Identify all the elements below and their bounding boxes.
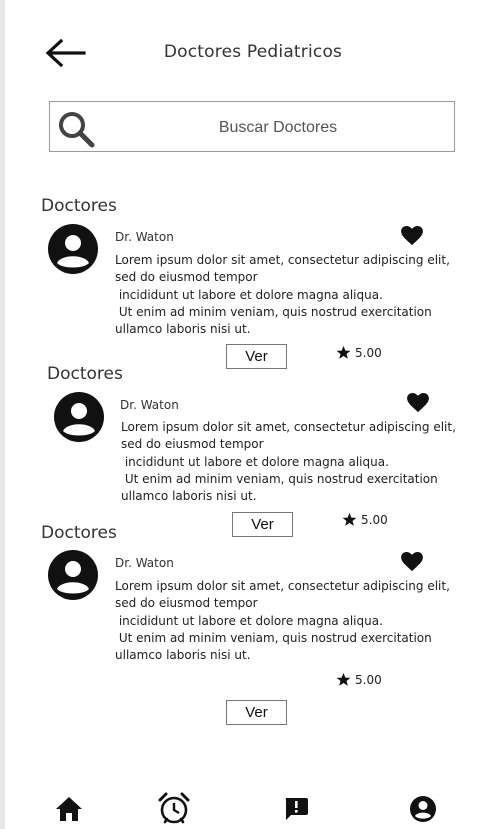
nav-profile[interactable] [408, 794, 438, 824]
avatar-icon [48, 550, 98, 600]
view-doctor-button[interactable]: Ver [226, 344, 287, 369]
doctor-name: Dr. Waton [115, 556, 174, 570]
favorite-heart-icon[interactable] [407, 393, 429, 413]
star-icon [342, 512, 357, 526]
search-bar[interactable] [49, 101, 455, 152]
doctor-description: Lorem ipsum dolor sit amet, consectetur … [115, 253, 450, 337]
star-icon [336, 345, 351, 359]
nav-alarm[interactable] [157, 791, 191, 825]
home-icon [56, 797, 82, 821]
rating-value: 5.00 [355, 345, 382, 360]
rating: 5.00 [336, 345, 382, 360]
doctor-description: Lorem ipsum dolor sit amet, consectetur … [115, 579, 450, 663]
section-title: Doctores [41, 196, 117, 216]
search-input[interactable] [110, 114, 446, 142]
account-circle-icon [410, 796, 436, 822]
doctor-description: Lorem ipsum dolor sit amet, consectetur … [121, 420, 456, 504]
nav-feedback[interactable] [281, 794, 311, 824]
star-icon [336, 672, 351, 686]
view-doctor-button[interactable]: Ver [226, 700, 287, 725]
view-doctor-button[interactable]: Ver [232, 512, 293, 537]
section-title: Doctores [41, 523, 117, 543]
rating-value: 5.00 [355, 672, 382, 687]
feedback-icon [285, 798, 308, 820]
left-edge-strip [0, 0, 5, 829]
doctor-name: Dr. Waton [115, 230, 174, 244]
rating: 5.00 [336, 672, 382, 687]
rating-value: 5.00 [361, 512, 388, 527]
search-icon [59, 112, 95, 148]
rating: 5.00 [342, 512, 388, 527]
favorite-heart-icon[interactable] [401, 552, 423, 572]
favorite-heart-icon[interactable] [401, 226, 423, 246]
section-title: Doctores [47, 364, 123, 384]
doctor-name: Dr. Waton [120, 398, 179, 412]
alarm-clock-icon [158, 792, 190, 824]
avatar-icon [48, 224, 98, 274]
nav-home[interactable] [54, 794, 84, 824]
avatar-icon [54, 392, 104, 442]
page-title: Doctores Pediatricos [163, 42, 343, 62]
